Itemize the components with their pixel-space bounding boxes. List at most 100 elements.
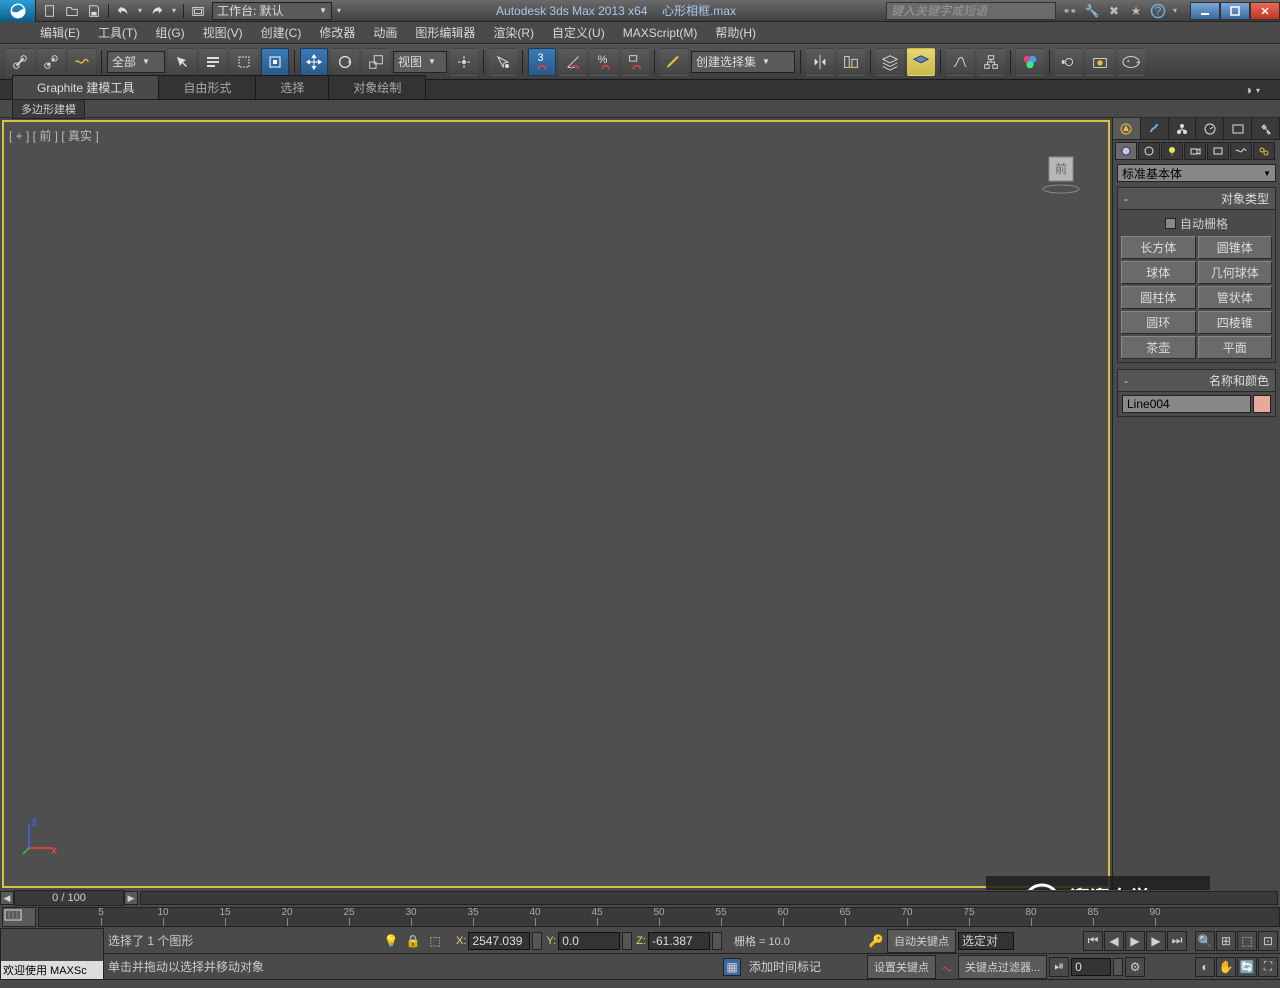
key-target-combo[interactable]: 选定对 bbox=[958, 932, 1014, 950]
unlink-icon[interactable] bbox=[37, 48, 65, 76]
time-prev-button[interactable]: ◀ bbox=[0, 891, 14, 905]
material-editor-icon[interactable] bbox=[1016, 48, 1044, 76]
spacewarps-subtab-icon[interactable] bbox=[1230, 142, 1252, 160]
use-pivot-center-icon[interactable] bbox=[450, 48, 478, 76]
maximize-button[interactable] bbox=[1220, 2, 1250, 20]
zoom-all-icon[interactable]: ⊞ bbox=[1216, 931, 1236, 951]
close-button[interactable] bbox=[1250, 2, 1280, 20]
ref-coord-combo[interactable]: 视图▼ bbox=[393, 51, 447, 73]
obj-tube-button[interactable]: 管状体 bbox=[1198, 286, 1273, 309]
layer-manager-icon[interactable] bbox=[876, 48, 904, 76]
edit-named-sel-icon[interactable] bbox=[660, 48, 688, 76]
x-input[interactable]: 2547.039 bbox=[468, 932, 530, 950]
frame-spinner[interactable] bbox=[1113, 958, 1123, 976]
obj-sphere-button[interactable]: 球体 bbox=[1121, 261, 1196, 284]
menu-graph-editors[interactable]: 图形编辑器 bbox=[415, 24, 475, 41]
selection-filter-combo[interactable]: 全部▼ bbox=[107, 51, 165, 73]
menu-help[interactable]: 帮助(H) bbox=[715, 24, 756, 41]
lights-subtab-icon[interactable] bbox=[1161, 142, 1183, 160]
z-input[interactable]: -61.387 bbox=[648, 932, 710, 950]
bind-spacewarp-icon[interactable] bbox=[68, 48, 96, 76]
select-and-move-icon[interactable] bbox=[300, 48, 328, 76]
obj-geosphere-button[interactable]: 几何球体 bbox=[1198, 261, 1273, 284]
application-menu[interactable] bbox=[0, 0, 36, 22]
time-tag-icon[interactable]: ▦ bbox=[723, 958, 741, 976]
goto-end-icon[interactable]: ⏭ bbox=[1167, 931, 1187, 951]
modify-tab-icon[interactable] bbox=[1141, 118, 1169, 139]
menu-group[interactable]: 组(G) bbox=[155, 24, 184, 41]
geometry-subtab-icon[interactable] bbox=[1115, 142, 1137, 160]
named-selection-combo[interactable]: 创建选择集▼ bbox=[691, 51, 795, 73]
pan-icon[interactable]: ✋ bbox=[1216, 957, 1236, 977]
new-icon[interactable] bbox=[40, 2, 60, 20]
ribbon-collapse-button[interactable]: ◑ ▾ bbox=[1237, 81, 1268, 99]
systems-subtab-icon[interactable] bbox=[1253, 142, 1275, 160]
layer-toolbar-icon[interactable] bbox=[907, 48, 935, 76]
y-input[interactable]: 0.0 bbox=[558, 932, 620, 950]
set-key-icon[interactable]: 🔑 bbox=[867, 932, 885, 950]
obj-cylinder-button[interactable]: 圆柱体 bbox=[1121, 286, 1196, 309]
menu-maxscript[interactable]: MAXScript(M) bbox=[623, 26, 698, 40]
auto-key-button[interactable]: 自动关键点 bbox=[887, 929, 956, 953]
x-spinner[interactable] bbox=[532, 932, 542, 950]
viewport-front[interactable]: [ + ] [ 前 ] [ 真实 ] 前 z x bbox=[2, 120, 1110, 888]
zoom-extents-icon[interactable]: ⬚ bbox=[1237, 931, 1257, 951]
key-mode-icon[interactable]: ⏯ bbox=[1049, 957, 1069, 977]
goto-start-icon[interactable]: ⏮ bbox=[1083, 931, 1103, 951]
cameras-subtab-icon[interactable] bbox=[1184, 142, 1206, 160]
minimize-button[interactable] bbox=[1190, 2, 1220, 20]
obj-plane-button[interactable]: 平面 bbox=[1198, 336, 1273, 359]
render-production-icon[interactable] bbox=[1117, 48, 1145, 76]
add-time-tag-label[interactable]: 添加时间标记 bbox=[745, 958, 861, 975]
render-setup-icon[interactable] bbox=[1055, 48, 1083, 76]
prev-frame-icon[interactable]: ◀ bbox=[1104, 931, 1124, 951]
redo-dropdown-icon[interactable]: ▾ bbox=[169, 2, 179, 20]
set-key-button[interactable]: 设置关键点 bbox=[867, 955, 936, 979]
time-display[interactable]: 0 / 100 bbox=[14, 890, 124, 906]
schematic-view-icon[interactable] bbox=[977, 48, 1005, 76]
object-name-input[interactable]: Line004 bbox=[1122, 395, 1251, 413]
motion-tab-icon[interactable] bbox=[1196, 118, 1224, 139]
trackbar-toggle-icon[interactable] bbox=[2, 907, 36, 927]
menu-views[interactable]: 视图(V) bbox=[203, 24, 243, 41]
lock-icon[interactable]: 🔒 bbox=[404, 932, 422, 950]
script-input[interactable]: 欢迎使用 MAXSc bbox=[1, 961, 103, 979]
key-filters-icon[interactable] bbox=[938, 958, 956, 976]
obj-teapot-button[interactable]: 茶壶 bbox=[1121, 336, 1196, 359]
undo-icon[interactable] bbox=[113, 2, 133, 20]
z-spinner[interactable] bbox=[712, 932, 722, 950]
workspace-combo[interactable]: 工作台: 默认 ▼ bbox=[212, 2, 332, 20]
obj-box-button[interactable]: 长方体 bbox=[1121, 236, 1196, 259]
ribbon-tab-objectpaint[interactable]: 对象绘制 bbox=[328, 75, 426, 99]
maximize-viewport-icon[interactable]: ⛶ bbox=[1258, 957, 1278, 977]
menu-tools[interactable]: 工具(T) bbox=[98, 24, 137, 41]
select-object-icon[interactable] bbox=[168, 48, 196, 76]
mirror-icon[interactable] bbox=[806, 48, 834, 76]
utilities-tab-icon[interactable] bbox=[1252, 118, 1280, 139]
fov-icon[interactable]: ◐ bbox=[1195, 957, 1215, 977]
angle-snap-icon[interactable] bbox=[559, 48, 587, 76]
display-tab-icon[interactable] bbox=[1224, 118, 1252, 139]
search-go-icon[interactable]: 👓 bbox=[1060, 2, 1080, 20]
select-by-name-icon[interactable] bbox=[199, 48, 227, 76]
object-color-swatch[interactable] bbox=[1253, 395, 1271, 413]
spinner-snap-icon[interactable] bbox=[621, 48, 649, 76]
viewcube[interactable]: 前 bbox=[1041, 149, 1081, 189]
workspace-dropdown-icon[interactable]: ▾ bbox=[332, 2, 346, 20]
time-config-icon[interactable]: ⚙ bbox=[1125, 957, 1145, 977]
obj-torus-button[interactable]: 圆环 bbox=[1121, 311, 1196, 334]
help-icon[interactable]: ? bbox=[1148, 2, 1168, 20]
menu-create[interactable]: 创建(C) bbox=[261, 24, 302, 41]
align-icon[interactable] bbox=[837, 48, 865, 76]
search-input[interactable]: 键入关键字或短语 bbox=[886, 2, 1056, 20]
zoom-icon[interactable]: 🔍 bbox=[1195, 931, 1215, 951]
menu-rendering[interactable]: 渲染(R) bbox=[493, 24, 534, 41]
ribbon-tab-graphite[interactable]: Graphite 建模工具 bbox=[12, 75, 159, 99]
menu-modifiers[interactable]: 修改器 bbox=[319, 24, 355, 41]
ribbon-polymodeling-button[interactable]: 多边形建模 bbox=[12, 99, 85, 119]
comm-center-icon[interactable]: 🔧 bbox=[1082, 2, 1102, 20]
category-combo[interactable]: 标准基本体▼ bbox=[1117, 164, 1276, 182]
selection-lock-icon[interactable]: 💡 bbox=[382, 932, 400, 950]
undo-dropdown-icon[interactable]: ▾ bbox=[135, 2, 145, 20]
time-next-button[interactable]: ▶ bbox=[124, 891, 138, 905]
